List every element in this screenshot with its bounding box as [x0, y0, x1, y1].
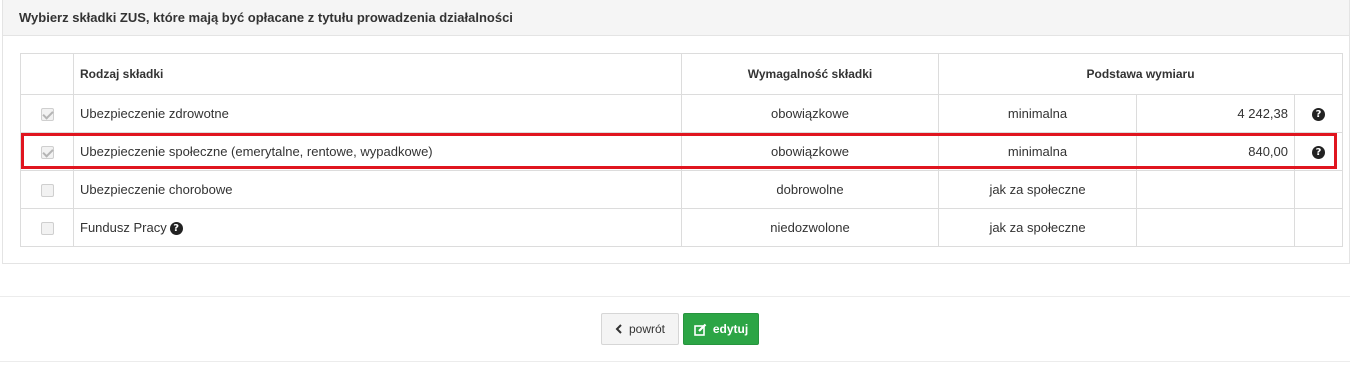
header-requirement: Wymagalność składki [681, 53, 939, 95]
row-basis: jak za społeczne [938, 208, 1137, 247]
row-requirement: dobrowolne [681, 170, 939, 209]
table-row: Ubezpieczenie społeczne (emerytalne, ren… [20, 132, 1344, 171]
row-requirement: obowiązkowe [681, 132, 939, 171]
table-row: Ubezpieczenie chorobowe dobrowolne jak z… [20, 170, 1344, 209]
divider [0, 296, 1350, 297]
row-amount [1136, 208, 1295, 247]
edit-button[interactable]: edytuj [683, 313, 759, 345]
row-amount: 4 242,38 [1136, 94, 1295, 133]
zus-panel: Wybierz składki ZUS, które mają być opła… [2, 0, 1350, 264]
row-checkbox[interactable] [40, 108, 54, 122]
divider [0, 361, 1350, 362]
question-circle-icon[interactable]: ? [1312, 108, 1325, 122]
header-checkbox-col [20, 53, 74, 95]
table-row: Fundusz Pracy? niedozwolone jak za społe… [20, 208, 1344, 247]
row-basis: minimalna [938, 132, 1137, 171]
panel-title: Wybierz składki ZUS, które mają być opła… [3, 0, 1349, 36]
header-basis: Podstawa wymiaru [937, 53, 1344, 95]
row-checkbox[interactable] [40, 184, 54, 198]
table-header-row: Rodzaj składki Wymagalność składki Podst… [20, 53, 1344, 95]
zus-table: Rodzaj składki Wymagalność składki Podst… [20, 53, 1344, 247]
row-name: Ubezpieczenie społeczne (emerytalne, ren… [73, 132, 682, 171]
back-button-label: powrót [628, 322, 666, 336]
row-requirement: niedozwolone [681, 208, 939, 247]
row-amount: 840,00 [1136, 132, 1295, 171]
table-row: Ubezpieczenie zdrowotne obowiązkowe mini… [20, 94, 1344, 133]
question-circle-icon[interactable]: ? [1312, 146, 1325, 160]
edit-icon [694, 323, 707, 336]
row-name: Ubezpieczenie chorobowe [73, 170, 682, 209]
row-checkbox[interactable] [40, 222, 54, 236]
chevron-left-icon [615, 324, 623, 334]
row-basis: jak za społeczne [938, 170, 1137, 209]
row-requirement: obowiązkowe [681, 94, 939, 133]
question-circle-icon[interactable]: ? [169, 222, 183, 236]
row-name: Ubezpieczenie zdrowotne [73, 94, 682, 133]
row-name: Fundusz Pracy [80, 219, 167, 235]
back-button[interactable]: powrót [601, 313, 679, 345]
row-checkbox[interactable] [40, 146, 54, 160]
header-type: Rodzaj składki [73, 53, 682, 95]
edit-button-label: edytuj [712, 322, 749, 336]
row-amount [1136, 170, 1295, 209]
row-basis: minimalna [938, 94, 1137, 133]
